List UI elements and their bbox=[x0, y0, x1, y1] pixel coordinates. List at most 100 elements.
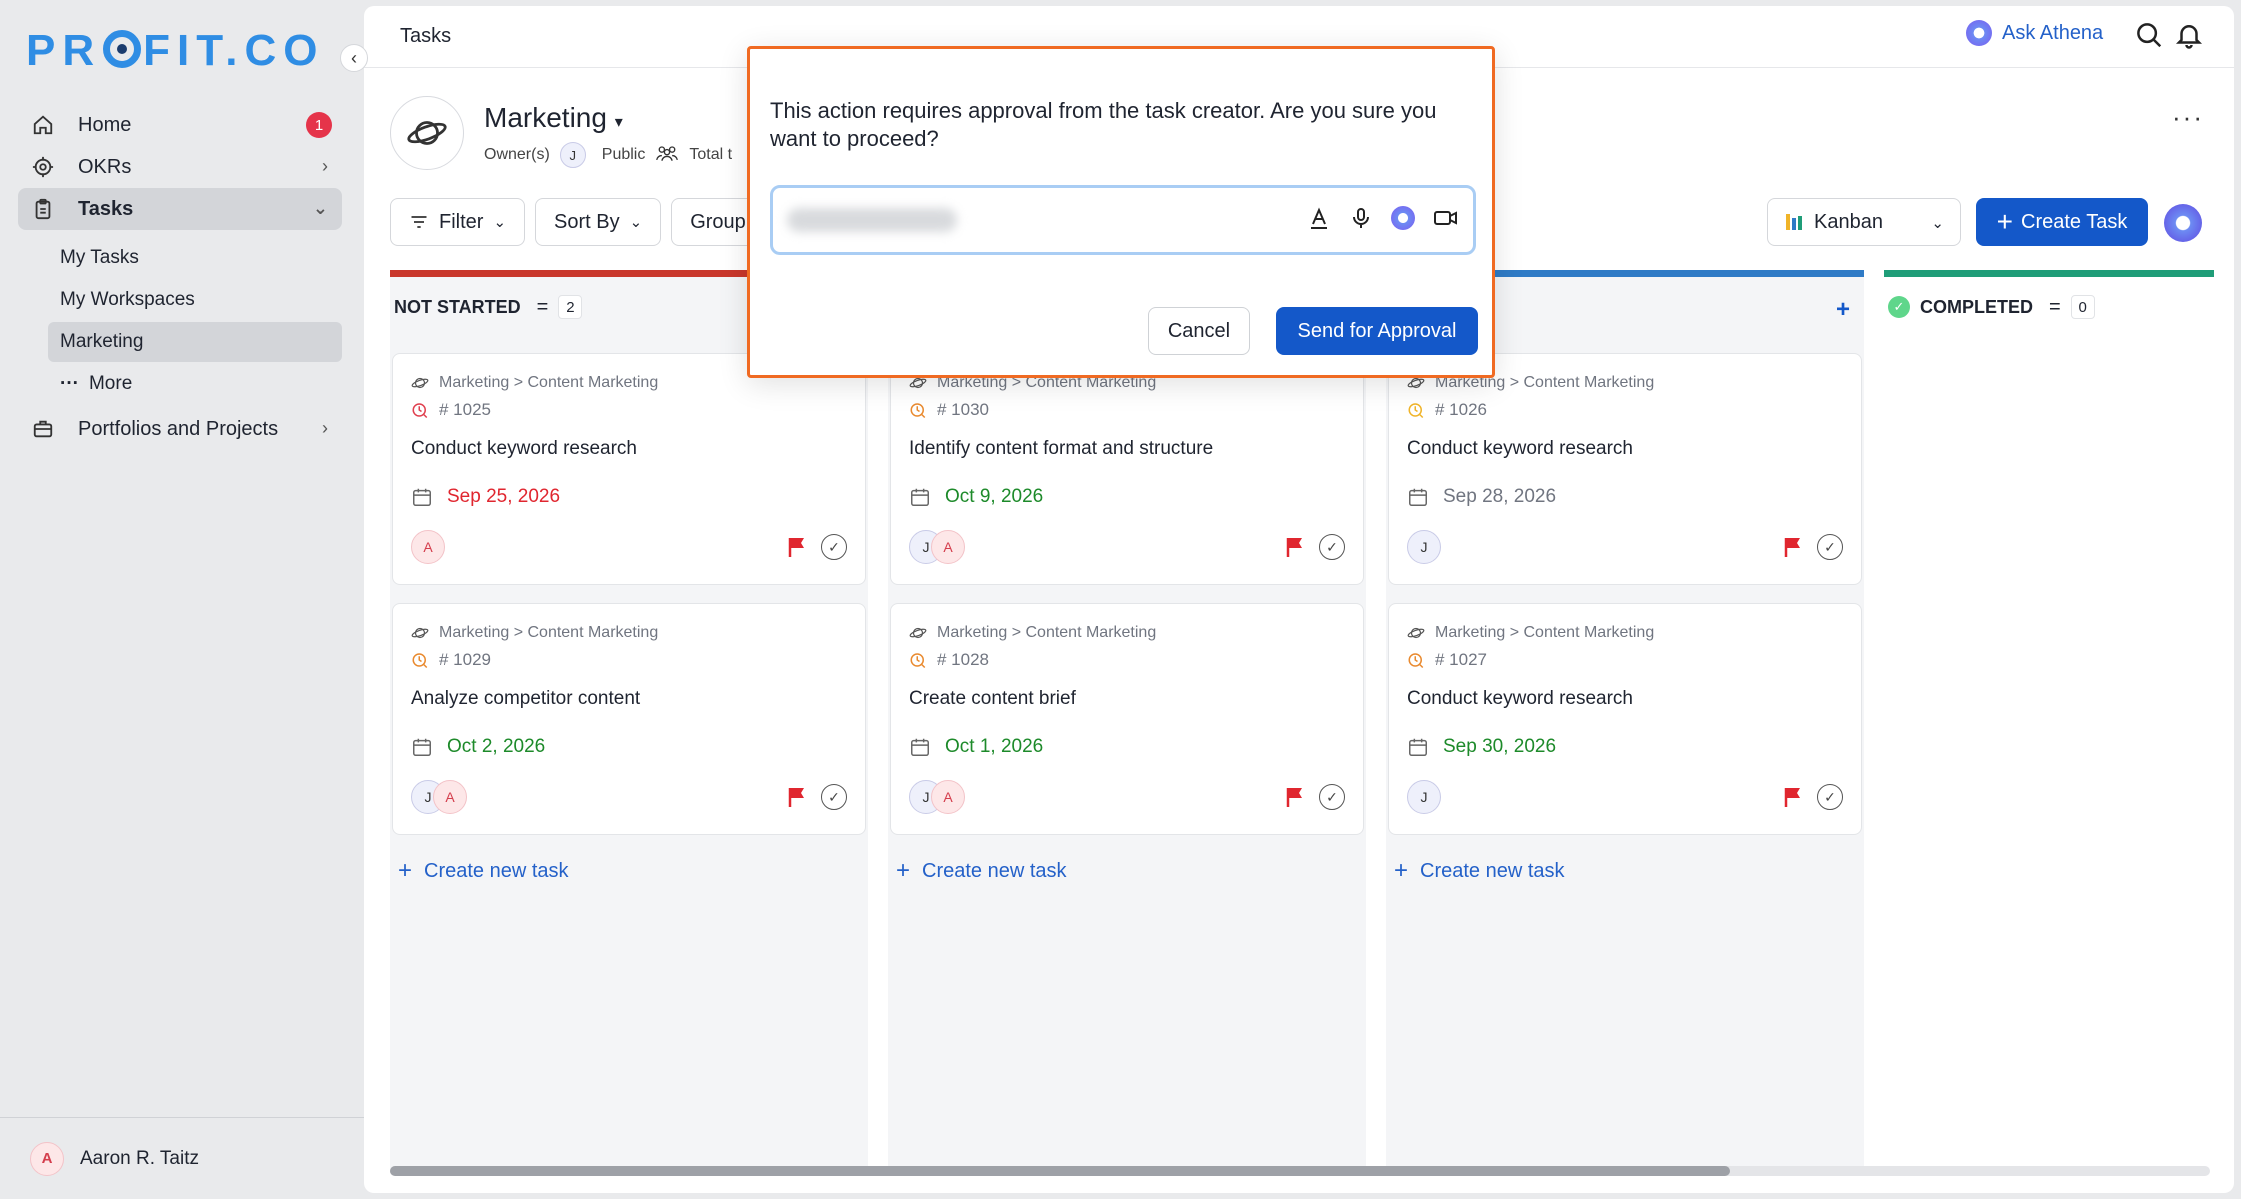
user-profile[interactable]: A Aaron R. Taitz bbox=[0, 1117, 364, 1199]
collapse-sidebar-button[interactable]: ‹ bbox=[340, 44, 368, 72]
profit-logo[interactable]: PR FIT.CO bbox=[26, 26, 324, 76]
task-due-date[interactable]: Sep 30, 2026 bbox=[1407, 736, 1556, 758]
task-card[interactable]: Marketing > Content Marketing # 1025 Con… bbox=[392, 353, 866, 585]
column-title: COMPLETED bbox=[1920, 296, 2034, 317]
check-circle-icon: ✓ bbox=[1888, 296, 1910, 318]
scrollbar-thumb[interactable] bbox=[390, 1166, 1730, 1176]
assignee-avatar[interactable]: A bbox=[433, 780, 467, 814]
sidebar-item-okrs[interactable]: OKRs › bbox=[18, 146, 342, 188]
sort-by-button[interactable]: Sort By ⌄ bbox=[535, 198, 662, 246]
task-id: # 1030 bbox=[909, 400, 989, 420]
sidebar-item-home[interactable]: Home 1 bbox=[18, 104, 342, 146]
flag-icon[interactable] bbox=[787, 786, 807, 808]
microphone-icon[interactable] bbox=[1349, 206, 1373, 230]
kanban-column: NOT STARTED = 2 Marketing > Content Market… bbox=[390, 270, 868, 1170]
plus-icon: + bbox=[1996, 206, 2013, 237]
assignee-avatar[interactable]: J bbox=[1407, 780, 1441, 814]
breadcrumb-text: Marketing > Content Marketing bbox=[439, 374, 659, 391]
complete-check-icon[interactable]: ✓ bbox=[1817, 534, 1843, 560]
sidebar-item-my-tasks[interactable]: My Tasks bbox=[48, 238, 342, 278]
task-due-date[interactable]: Oct 1, 2026 bbox=[909, 736, 1043, 758]
task-id-text: # 1025 bbox=[439, 400, 491, 419]
ask-athena-button[interactable]: Ask Athena bbox=[1966, 20, 2103, 46]
create-new-task-link[interactable]: + Create new task bbox=[1394, 857, 1864, 885]
assignee-avatar[interactable]: J bbox=[1407, 530, 1441, 564]
task-card[interactable]: Marketing > Content Marketing # 1030 Ide… bbox=[890, 353, 1364, 585]
task-due-date[interactable]: Sep 28, 2026 bbox=[1407, 486, 1556, 508]
task-title[interactable]: Conduct keyword research bbox=[1407, 438, 1633, 460]
planet-icon bbox=[390, 96, 464, 170]
create-new-task-link[interactable]: + Create new task bbox=[896, 857, 1366, 885]
assignee-list: JA bbox=[909, 530, 965, 564]
task-title[interactable]: Create content brief bbox=[909, 688, 1076, 710]
complete-check-icon[interactable]: ✓ bbox=[821, 784, 847, 810]
add-task-icon[interactable]: + bbox=[1836, 296, 1850, 324]
task-due-date[interactable]: Oct 2, 2026 bbox=[411, 736, 545, 758]
plus-icon: + bbox=[896, 857, 911, 884]
video-icon[interactable] bbox=[1433, 206, 1459, 230]
task-title[interactable]: Identify content format and structure bbox=[909, 438, 1213, 460]
task-title[interactable]: Conduct keyword research bbox=[1407, 688, 1633, 710]
group-label: Group bbox=[690, 210, 746, 233]
cancel-button[interactable]: Cancel bbox=[1148, 307, 1250, 355]
assignee-avatar[interactable]: A bbox=[931, 780, 965, 814]
sidebar-item-label: Portfolios and Projects bbox=[78, 417, 279, 440]
view-select[interactable]: Kanban ⌄ bbox=[1767, 198, 1961, 246]
task-card[interactable]: Marketing > Content Marketing # 1026 Con… bbox=[1388, 353, 1862, 585]
complete-check-icon[interactable]: ✓ bbox=[1319, 784, 1345, 810]
search-icon[interactable] bbox=[2134, 20, 2164, 50]
athena-icon[interactable] bbox=[1391, 206, 1415, 230]
sidebar-item-my-workspaces[interactable]: My Workspaces bbox=[48, 280, 342, 320]
flag-icon[interactable] bbox=[1783, 786, 1803, 808]
project-meta: Owner(s) J Public Total t bbox=[484, 142, 732, 168]
task-title[interactable]: Analyze competitor content bbox=[411, 688, 640, 710]
comment-input[interactable] bbox=[770, 185, 1476, 255]
sidebar-item-portfolios[interactable]: Portfolios and Projects › bbox=[18, 408, 342, 450]
text-format-icon[interactable] bbox=[1307, 206, 1331, 230]
owner-avatar[interactable]: J bbox=[559, 142, 586, 168]
chevron-down-icon: ⌄ bbox=[312, 198, 328, 218]
filter-button[interactable]: Filter ⌄ bbox=[390, 198, 526, 246]
calendar-icon bbox=[413, 488, 431, 506]
collapse-column-icon[interactable]: = bbox=[537, 296, 549, 319]
flag-icon[interactable] bbox=[787, 536, 807, 558]
task-card[interactable]: Marketing > Content Marketing # 1027 Con… bbox=[1388, 603, 1862, 835]
send-for-approval-button[interactable]: Send for Approval bbox=[1276, 307, 1478, 355]
task-title[interactable]: Conduct keyword research bbox=[411, 438, 637, 460]
task-card[interactable]: Marketing > Content Marketing # 1028 Cre… bbox=[890, 603, 1364, 835]
assignee-list: J bbox=[1407, 530, 1441, 564]
collapse-column-icon[interactable]: = bbox=[2049, 296, 2061, 319]
sidebar-item-more[interactable]: ··· More bbox=[48, 364, 342, 404]
column-count-badge: 2 bbox=[558, 295, 583, 319]
task-due-date[interactable]: Sep 25, 2026 bbox=[411, 486, 560, 508]
card-breadcrumb: Marketing > Content Marketing bbox=[411, 374, 658, 392]
create-task-button[interactable]: + Create Task bbox=[1976, 198, 2148, 246]
sidebar: PR FIT.CO ‹ Home 1 OKRs › Tasks ⌄ My Task… bbox=[0, 0, 368, 1199]
briefcase-icon bbox=[30, 416, 56, 442]
sidebar-item-marketing[interactable]: Marketing bbox=[48, 322, 342, 362]
dialog-message: This action requires approval from the t… bbox=[770, 98, 1437, 151]
sidebar-item-tasks[interactable]: Tasks ⌄ bbox=[18, 188, 342, 230]
flag-icon[interactable] bbox=[1783, 536, 1803, 558]
sidebar-nav: Home 1 OKRs › Tasks ⌄ My Tasks My Worksp… bbox=[18, 104, 342, 450]
caret-down-icon: ▾ bbox=[614, 114, 623, 131]
project-title-dropdown[interactable]: Marketing ▾ bbox=[484, 102, 623, 134]
athena-icon[interactable] bbox=[2164, 204, 2202, 242]
task-card[interactable]: Marketing > Content Marketing # 1029 Ana… bbox=[392, 603, 866, 835]
create-new-task-link[interactable]: + Create new task bbox=[398, 857, 868, 885]
horizontal-scrollbar[interactable] bbox=[390, 1166, 2210, 1176]
more-options-icon[interactable]: ··· bbox=[2172, 102, 2204, 133]
calendar-icon bbox=[911, 738, 929, 756]
task-id: # 1028 bbox=[909, 650, 989, 670]
home-icon bbox=[30, 112, 56, 138]
assignee-avatar[interactable]: A bbox=[411, 530, 445, 564]
flag-icon[interactable] bbox=[1285, 536, 1305, 558]
flag-icon[interactable] bbox=[1285, 786, 1305, 808]
complete-check-icon[interactable]: ✓ bbox=[1817, 784, 1843, 810]
complete-check-icon[interactable]: ✓ bbox=[1319, 534, 1345, 560]
assignee-avatar[interactable]: A bbox=[931, 530, 965, 564]
task-due-date[interactable]: Oct 9, 2026 bbox=[909, 486, 1043, 508]
bell-icon[interactable] bbox=[2174, 20, 2204, 50]
complete-check-icon[interactable]: ✓ bbox=[821, 534, 847, 560]
task-id-text: # 1028 bbox=[937, 650, 989, 669]
